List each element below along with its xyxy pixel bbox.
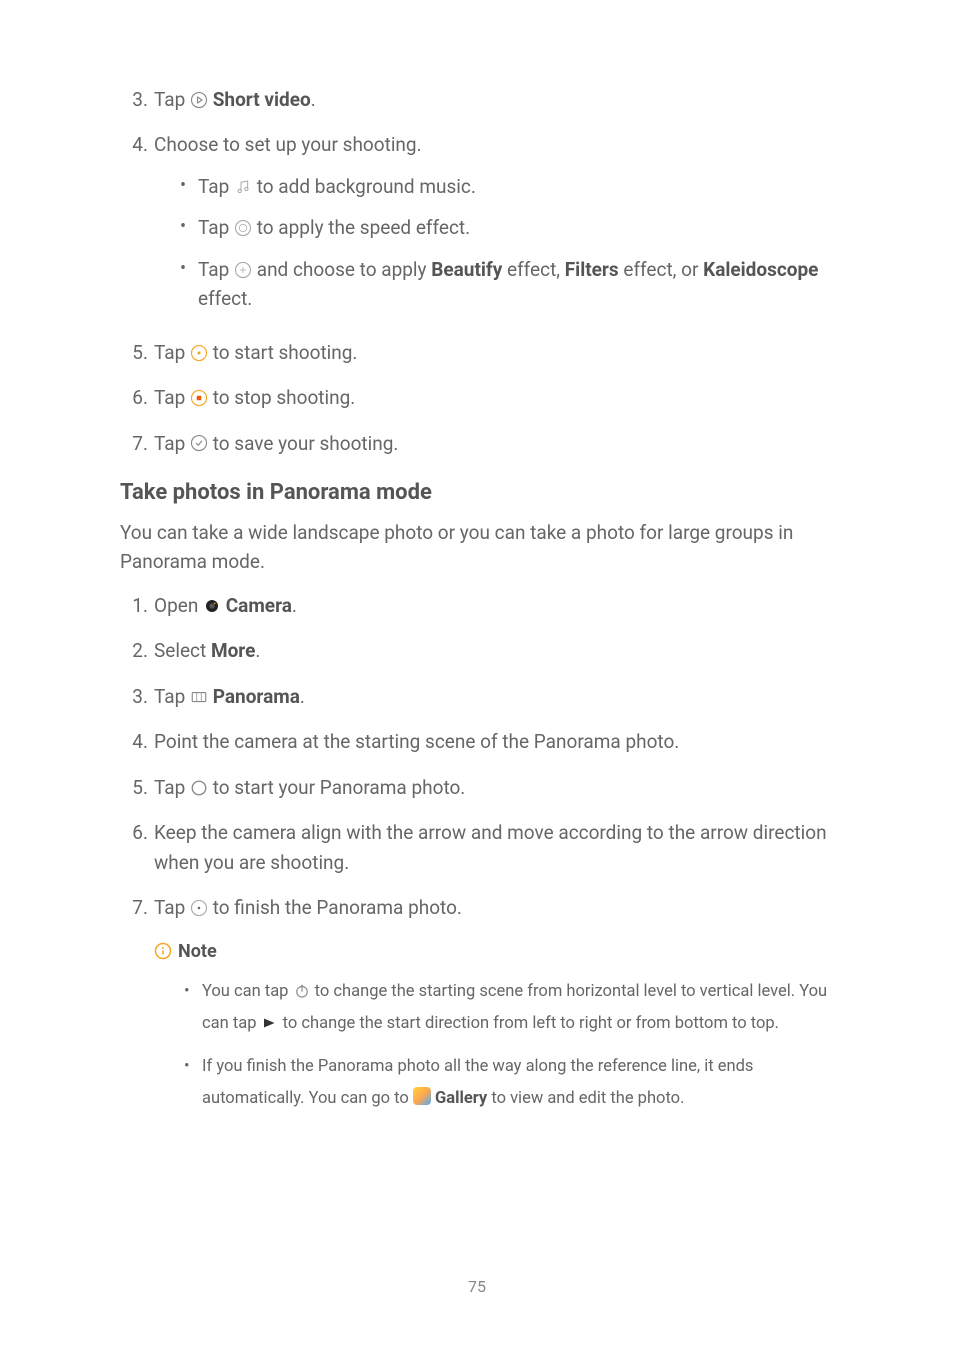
orientation-icon [293, 982, 311, 1000]
text: to change the start direction from left … [279, 1014, 779, 1033]
page-number: 75 [120, 1275, 834, 1300]
text: Tap [198, 216, 234, 239]
text: Keep the camera align with the arrow and… [154, 821, 827, 873]
step-5: 5. Tap to start shooting. [120, 338, 834, 367]
text: to save your shooting. [208, 432, 398, 455]
text: to finish the Panorama photo. [208, 896, 462, 919]
section-heading: Take photos in Panorama mode [120, 476, 834, 510]
sub-bullet-speed: • Tap to apply the speed effect. [154, 213, 834, 242]
step-num: 3. [120, 682, 148, 711]
bullet-icon: • [180, 172, 198, 201]
step-num: 4. [120, 130, 148, 321]
panorama-icon [190, 688, 208, 706]
short-video-label: Short video [213, 88, 311, 111]
speed-circle-icon [234, 219, 252, 237]
step-4: 4. Choose to set up your shooting. • Tap… [120, 130, 834, 321]
music-note-icon [234, 178, 252, 196]
text: effect, [502, 258, 564, 281]
step-content: Choose to set up your shooting. • Tap to… [154, 130, 834, 321]
info-icon [154, 942, 172, 960]
step-num: 7. [120, 893, 148, 922]
text: to view and edit the photo. [487, 1089, 684, 1108]
section-intro: You can take a wide landscape photo or y… [120, 518, 834, 577]
text: to add background music. [252, 175, 476, 198]
kaleidoscope-label: Kaleidoscope [703, 258, 818, 281]
text: Choose to set up your shooting. [154, 133, 422, 156]
note-label: Note [178, 938, 217, 966]
bullet-icon: • [180, 213, 198, 242]
text: Tap [154, 386, 190, 409]
text: . [300, 685, 305, 708]
camera-label: Camera [226, 594, 292, 617]
note-item-2: • If you finish the Panorama photo all t… [120, 1051, 834, 1115]
text: Select [154, 639, 211, 662]
text: Tap [154, 88, 190, 111]
camera-app-icon [203, 597, 221, 615]
text: . [311, 88, 316, 111]
text: and choose to apply [252, 258, 431, 281]
text: . [255, 639, 260, 662]
step-7: 7. Tap to save your shooting. [120, 429, 834, 458]
note-item-1: • You can tap to change the starting sce… [120, 976, 834, 1040]
text: You can tap [202, 982, 293, 1001]
pano-step-6: 6. Keep the camera align with the arrow … [120, 818, 834, 877]
pano-step-2: 2. Select More. [120, 636, 834, 665]
more-label: More [211, 639, 255, 662]
pano-step-3: 3. Tap Panorama. [120, 682, 834, 711]
pano-step-5: 5. Tap to start your Panorama photo. [120, 773, 834, 802]
text: Tap [154, 432, 190, 455]
step-num: 2. [120, 636, 148, 665]
text: Tap [154, 341, 190, 364]
text: to stop shooting. [208, 386, 355, 409]
step-content: Tap Short video. [154, 85, 834, 114]
effects-circle-icon [234, 261, 252, 279]
text: to apply the speed effect. [252, 216, 470, 239]
step-6: 6. Tap to stop shooting. [120, 383, 834, 412]
step-num: 7. [120, 429, 148, 458]
gallery-app-icon [413, 1087, 431, 1105]
record-dot-icon [190, 899, 208, 917]
text: effect. [198, 287, 252, 310]
bullet-icon: • [184, 1051, 202, 1115]
step-3: 3. Tap Short video. [120, 85, 834, 114]
bullet-icon: • [184, 976, 202, 1040]
note-header: Note [154, 938, 834, 966]
record-stop-icon [190, 389, 208, 407]
step-num: 5. [120, 773, 148, 802]
direction-arrow-icon [261, 1014, 279, 1032]
text: Tap [198, 175, 234, 198]
text: Tap [154, 776, 190, 799]
text: Point the camera at the starting scene o… [154, 730, 679, 753]
filters-label: Filters [565, 258, 619, 281]
text: to start your Panorama photo. [208, 776, 465, 799]
shutter-circle-icon [190, 779, 208, 797]
step-num: 1. [120, 591, 148, 620]
panorama-label: Panorama [213, 685, 300, 708]
text: to start shooting. [208, 341, 357, 364]
beautify-label: Beautify [431, 258, 502, 281]
pano-step-1: 1. Open Camera. [120, 591, 834, 620]
step-num: 6. [120, 818, 148, 877]
step-num: 3. [120, 85, 148, 114]
pano-step-4: 4. Point the camera at the starting scen… [120, 727, 834, 756]
text: Tap [154, 685, 190, 708]
sub-bullet-effects: • Tap and choose to apply Beautify effec… [154, 255, 834, 314]
pano-step-7: 7. Tap to finish the Panorama photo. [120, 893, 834, 922]
step-num: 6. [120, 383, 148, 412]
bullet-icon: • [180, 255, 198, 314]
step-num: 5. [120, 338, 148, 367]
text: effect, or [619, 258, 703, 281]
sub-bullet-music: • Tap to add background music. [154, 172, 834, 201]
text: Open [154, 594, 203, 617]
record-start-icon [190, 344, 208, 362]
play-circle-icon [190, 91, 208, 109]
text: Tap [154, 896, 190, 919]
gallery-label: Gallery [435, 1089, 487, 1108]
text: Tap [198, 258, 234, 281]
text: . [292, 594, 297, 617]
check-circle-icon [190, 434, 208, 452]
step-num: 4. [120, 727, 148, 756]
